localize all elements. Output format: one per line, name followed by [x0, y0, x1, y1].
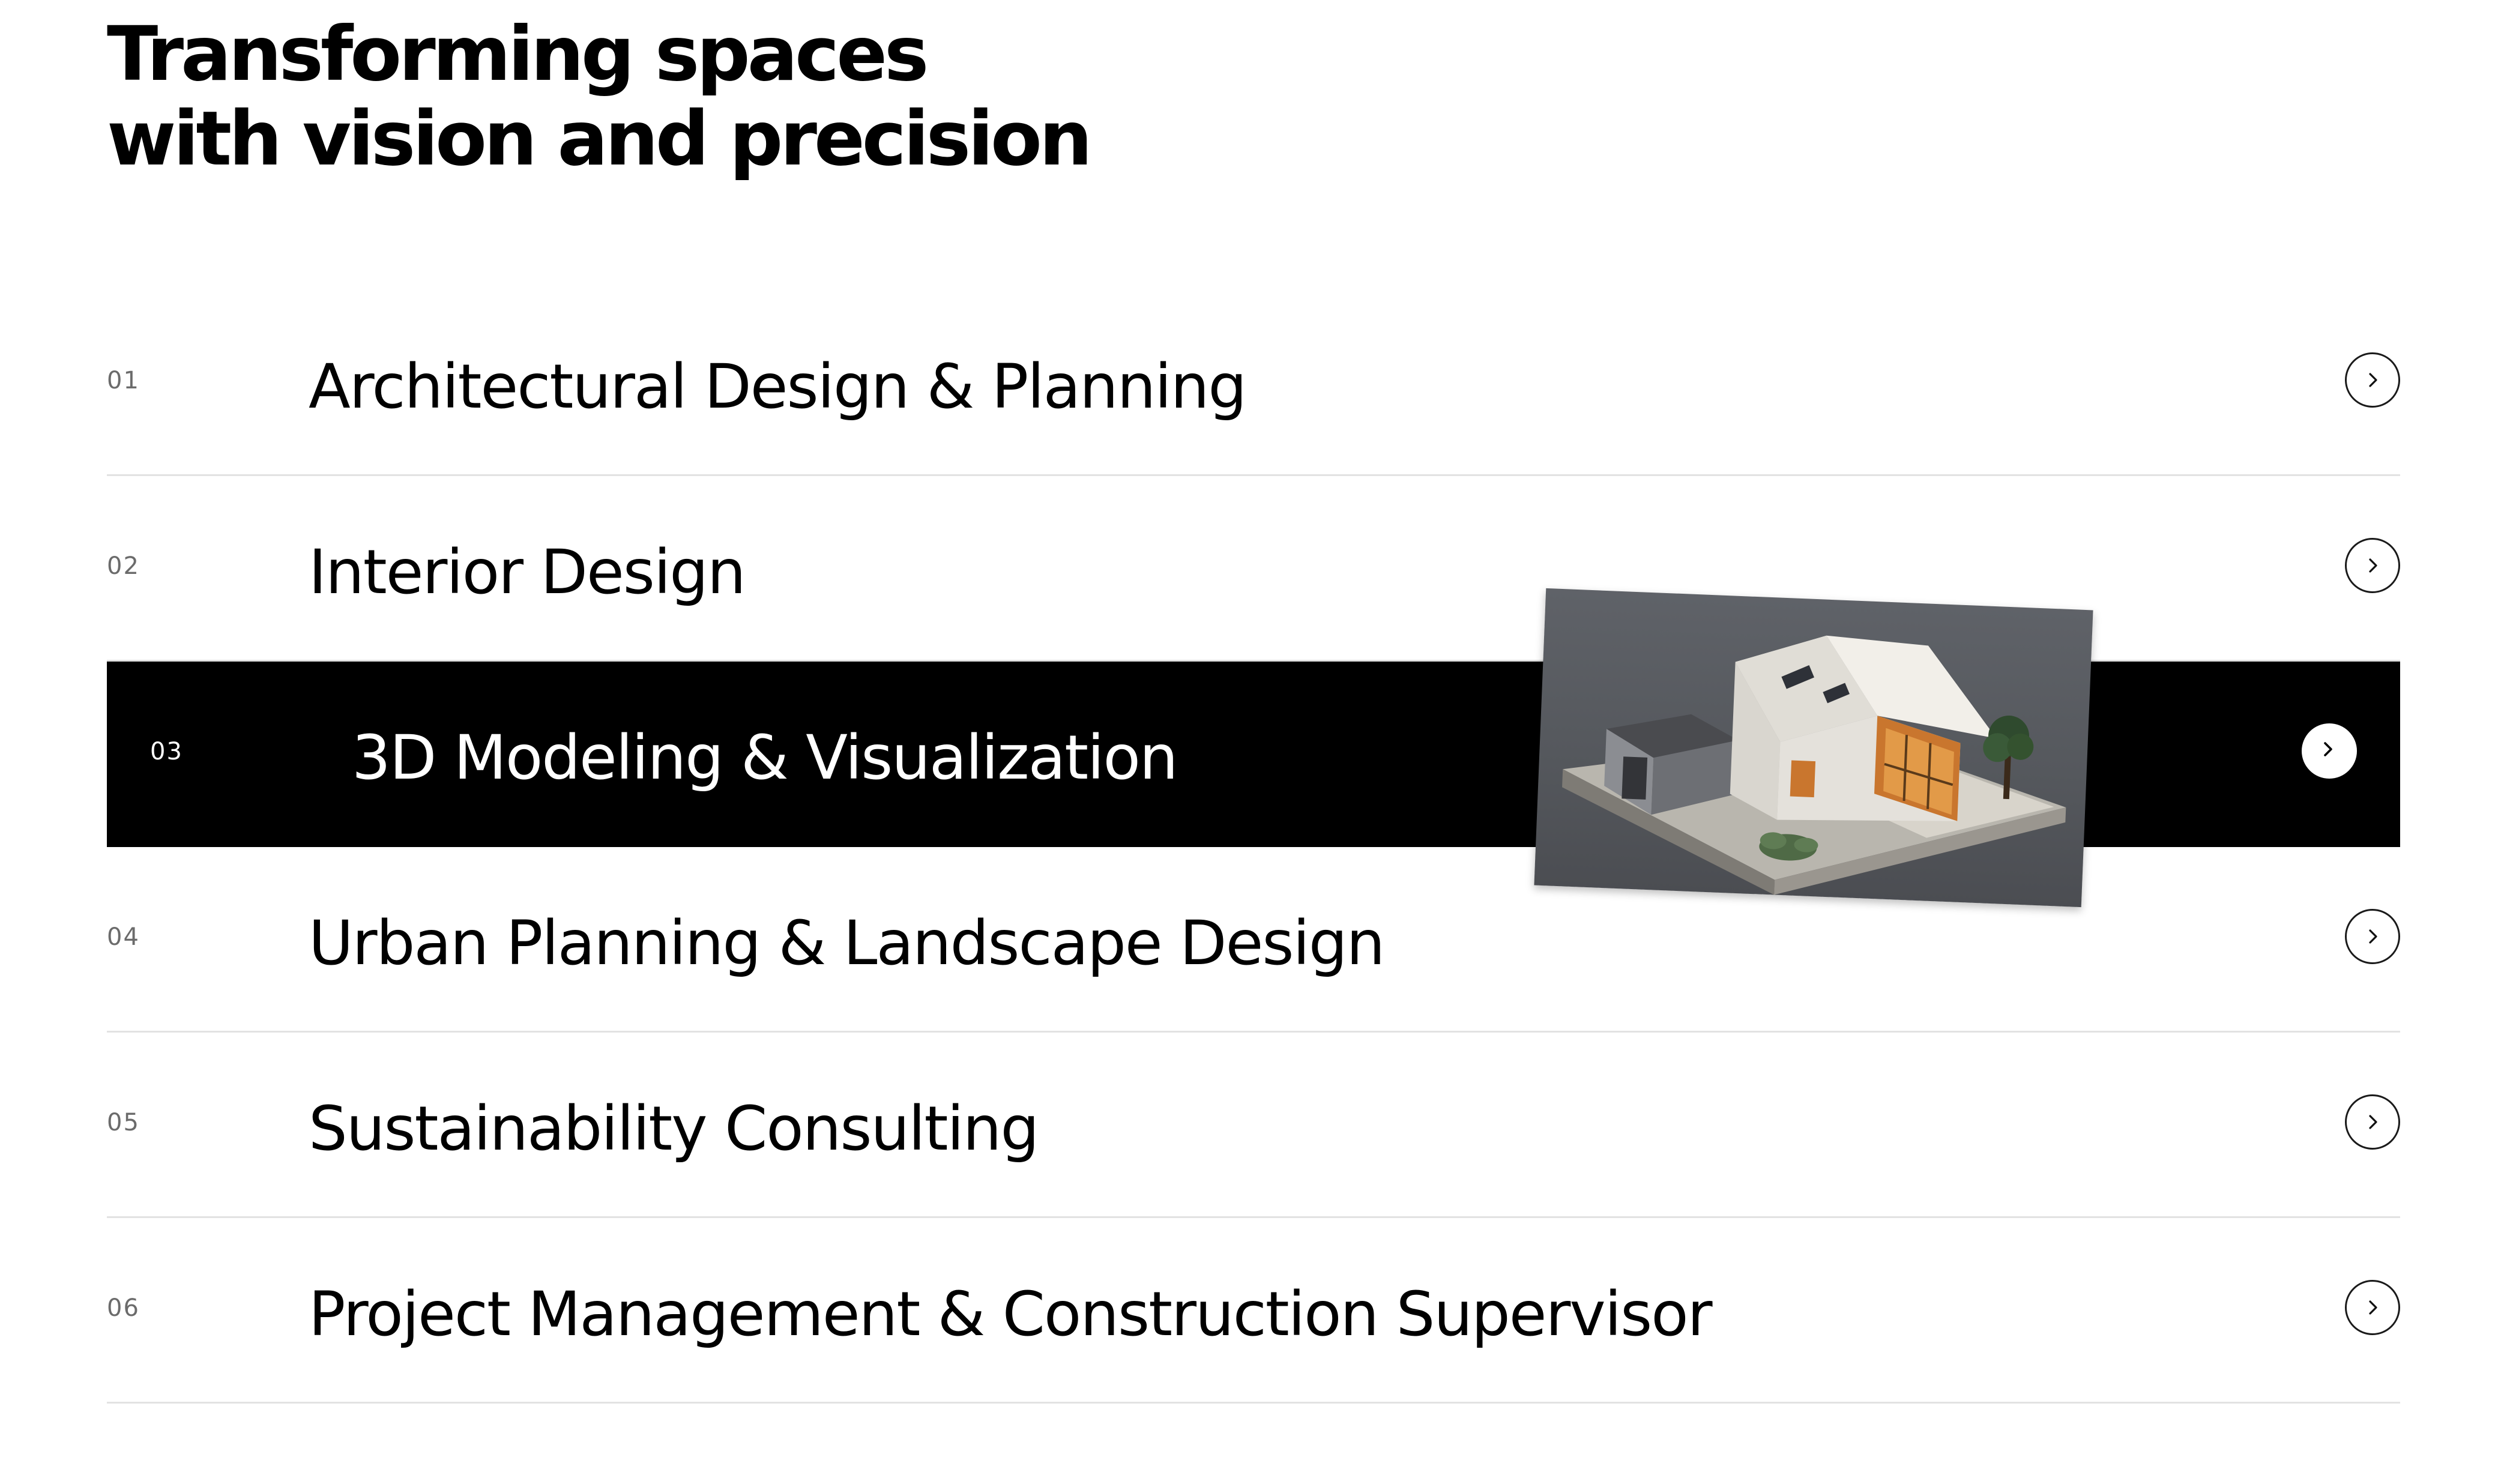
service-number: 05: [107, 1109, 140, 1136]
chevron-right-icon[interactable]: [2345, 352, 2400, 408]
service-number: 03: [150, 738, 183, 765]
page-headline: Transforming spaces with vision and prec…: [107, 11, 1093, 182]
headline-line-1: Transforming spaces: [107, 11, 929, 98]
chevron-right-icon[interactable]: [2302, 723, 2357, 779]
chevron-right-icon[interactable]: [2345, 1280, 2400, 1335]
headline-line-2: with vision and precision: [107, 95, 1093, 182]
service-row-project-management[interactable]: 06 Project Management & Construction Sup…: [107, 1218, 2400, 1404]
chevron-right-icon[interactable]: [2345, 1094, 2400, 1150]
service-number: 06: [107, 1294, 140, 1322]
service-preview-image: [1534, 588, 2093, 908]
service-title[interactable]: Interior Design: [309, 537, 746, 608]
service-title[interactable]: Sustainability Consulting: [309, 1094, 1039, 1165]
chevron-right-icon[interactable]: [2345, 538, 2400, 593]
service-number: 02: [107, 552, 140, 580]
service-row-architectural-design[interactable]: 01 Architectural Design & Planning: [107, 291, 2400, 476]
service-title[interactable]: 3D Modeling & Visualization: [352, 723, 1178, 794]
service-number: 04: [107, 923, 140, 951]
service-title[interactable]: Urban Planning & Landscape Design: [309, 908, 1385, 979]
service-title[interactable]: Architectural Design & Planning: [309, 352, 1247, 423]
service-title[interactable]: Project Management & Construction Superv…: [309, 1279, 1713, 1350]
service-number: 01: [107, 367, 140, 394]
isometric-house-illustration: [1562, 635, 2066, 895]
service-row-sustainability[interactable]: 05 Sustainability Consulting: [107, 1033, 2400, 1218]
chevron-right-icon[interactable]: [2345, 909, 2400, 964]
